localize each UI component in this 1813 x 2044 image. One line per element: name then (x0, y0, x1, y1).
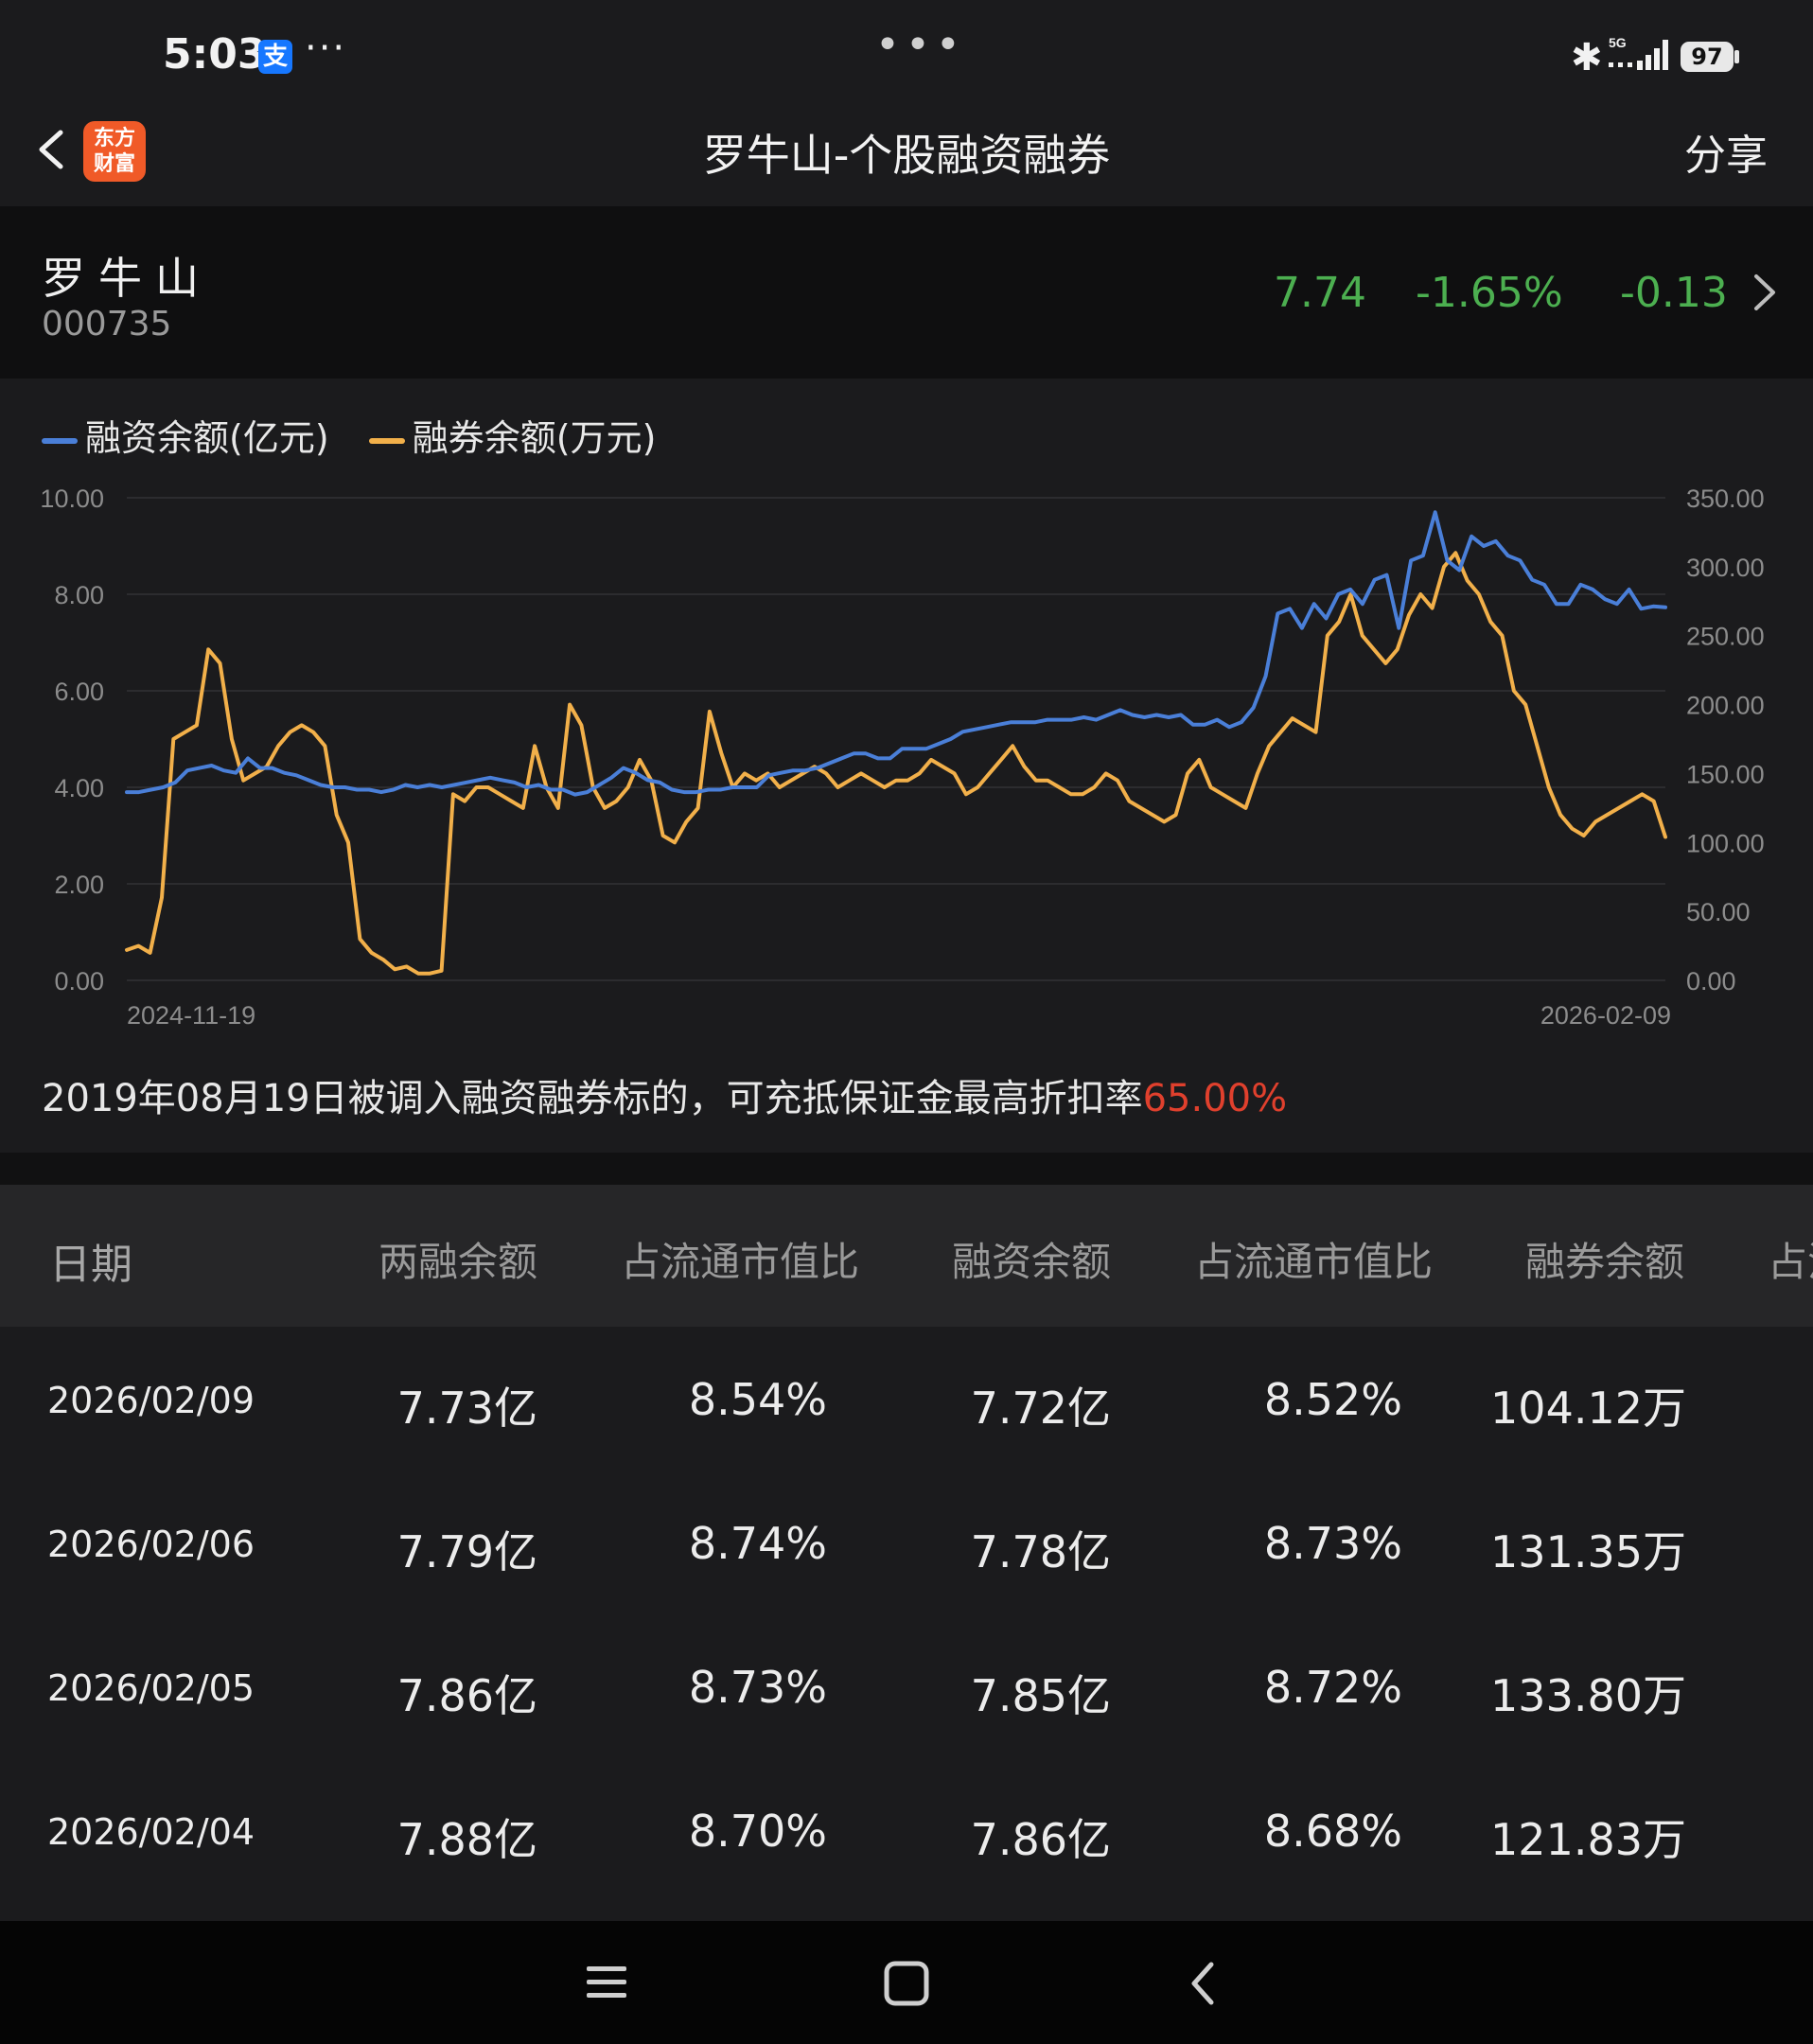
stock-name: 罗牛山 (42, 253, 212, 304)
series-line-financing (125, 510, 1667, 797)
back-icon[interactable] (1185, 1959, 1223, 2008)
cell-date: 2026/02/09 (47, 1380, 255, 1421)
cell-financing-ratio: 8.52% (1263, 1374, 1402, 1425)
cell-total-ratio: 8.74% (688, 1518, 827, 1569)
cell-financing-ratio: 8.72% (1263, 1662, 1402, 1713)
chart-legend: 融资余额(亿元) 融券余额(万元) (42, 409, 684, 461)
status-more-icon: ··· (305, 26, 347, 70)
cell-total-ratio: 8.73% (688, 1662, 827, 1713)
cell-lending-balance: 104.12万 (1490, 1383, 1686, 1434)
right-axis-tick-label: 300.00 (1686, 554, 1765, 582)
right-axis-tick-label: 100.00 (1686, 829, 1765, 857)
legend-financing-swatch (42, 437, 78, 444)
stock-price: 7.74 (1274, 269, 1366, 317)
legend-financing-label: 融资余额(亿元) (85, 417, 329, 459)
table-row[interactable]: 2026/02/04 7.88亿 8.70% 7.86亿 8.68% 121.8… (0, 1758, 1813, 1902)
right-axis-tick-label: 150.00 (1686, 760, 1765, 788)
cell-date: 2026/02/06 (47, 1524, 255, 1565)
column-header-total-balance[interactable]: 两融余额 (378, 1230, 537, 1288)
margin-table: 2026/02/09 7.73亿 8.54% 7.72亿 8.52% 104.1… (0, 1327, 1813, 1921)
cell-total-balance: 7.73亿 (396, 1383, 537, 1434)
legend-lending[interactable]: 融券余额(万元) (368, 409, 657, 461)
status-time: 5:03 (163, 30, 267, 79)
left-axis-tick-label: 8.00 (54, 581, 104, 609)
column-header-lending-balance[interactable]: 融券余额 (1525, 1230, 1684, 1288)
signal-label: 5G (1609, 35, 1627, 50)
cell-total-ratio: 8.54% (688, 1374, 827, 1425)
cell-lending-balance: 131.35万 (1490, 1526, 1686, 1577)
right-axis-tick-label: 200.00 (1686, 692, 1765, 720)
margin-note-text: 2019年08月19日被调入融资融券标的，可充抵保证金最高折扣率 (42, 1077, 1143, 1120)
stock-code: 000735 (42, 305, 172, 344)
cell-financing-ratio: 8.68% (1263, 1806, 1402, 1857)
column-header-date[interactable]: 日期 (49, 1230, 132, 1291)
column-header-financing-balance[interactable]: 融资余额 (952, 1230, 1111, 1288)
cell-lending-balance: 121.83万 (1490, 1814, 1686, 1865)
left-axis-tick-label: 6.00 (54, 678, 104, 706)
cell-lending-balance: 133.80万 (1490, 1670, 1686, 1721)
battery-tip (1734, 50, 1739, 63)
chevron-right-icon[interactable] (1747, 267, 1781, 318)
left-axis-tick-label: 10.00 (40, 485, 104, 513)
stock-change-pct: -1.65% (1416, 269, 1563, 317)
series-line-lending (125, 551, 1667, 976)
cell-financing-balance: 7.86亿 (970, 1814, 1111, 1865)
right-axis-tick-label: 350.00 (1686, 485, 1765, 513)
margin-balance-chart[interactable]: 0.00 2.00 4.00 6.00 8.00 10.00 0.00 50.00 100.00… (0, 464, 1813, 1041)
column-header-lending-ratio[interactable]: 占流 (1768, 1230, 1813, 1288)
cell-date: 2026/02/05 (47, 1667, 255, 1709)
menu-icon[interactable] (583, 1961, 630, 2004)
cell-financing-balance: 7.78亿 (970, 1526, 1111, 1577)
cell-financing-balance: 7.72亿 (970, 1383, 1111, 1434)
table-row[interactable]: 2026/02/06 7.79亿 8.74% 7.78亿 8.73% 131.3… (0, 1471, 1813, 1614)
column-header-total-ratio[interactable]: 占流通市值比 (621, 1230, 859, 1288)
right-axis-tick-label: 250.00 (1686, 623, 1765, 651)
stock-change: -0.13 (1620, 269, 1728, 317)
left-axis-tick-label: 2.00 (54, 871, 104, 899)
legend-lending-swatch (368, 437, 405, 444)
table-row[interactable]: 2026/02/05 7.86亿 8.73% 7.85亿 8.72% 133.8… (0, 1614, 1813, 1758)
window-handle-dots[interactable]: ••• (875, 21, 966, 69)
margin-note: 2019年08月19日被调入融资融券标的，可充抵保证金最高折扣率65.00% (42, 1067, 1287, 1122)
cell-total-balance: 7.86亿 (396, 1670, 537, 1721)
signal-icon: 5G (1609, 35, 1668, 70)
x-axis-tick-label: 2026-02-09 (1540, 1001, 1671, 1030)
legend-financing[interactable]: 融资余额(亿元) (42, 409, 329, 461)
cell-total-balance: 7.88亿 (396, 1814, 537, 1865)
section-divider (0, 1153, 1813, 1185)
bluetooth-icon: ✱ (1571, 36, 1603, 79)
margin-note-rate: 65.00% (1142, 1077, 1288, 1120)
share-button[interactable]: 分享 (1684, 121, 1768, 182)
alipay-icon: 支 (258, 40, 292, 74)
cell-total-balance: 7.79亿 (396, 1526, 537, 1577)
system-nav-bar (0, 1921, 1813, 2044)
home-icon[interactable] (882, 1959, 931, 2008)
left-axis-tick-label: 4.00 (54, 774, 104, 802)
right-axis-tick-label: 0.00 (1686, 967, 1736, 996)
right-axis-tick-label: 50.00 (1686, 898, 1751, 926)
x-axis-tick-label: 2024-11-19 (127, 1001, 255, 1030)
cell-date: 2026/02/04 (47, 1811, 255, 1853)
battery-icon: 97 (1681, 42, 1734, 72)
column-header-financing-ratio[interactable]: 占流通市值比 (1194, 1230, 1433, 1288)
cell-financing-ratio: 8.73% (1263, 1518, 1402, 1569)
left-axis-tick-label: 0.00 (54, 967, 104, 996)
legend-lending-label: 融券余额(万元) (412, 417, 657, 459)
page-title: 罗牛山-个股融资融券 (702, 130, 1111, 181)
cell-financing-balance: 7.85亿 (970, 1670, 1111, 1721)
cell-total-ratio: 8.70% (688, 1806, 827, 1857)
table-row[interactable]: 2026/02/09 7.73亿 8.54% 7.72亿 8.52% 104.1… (0, 1327, 1813, 1471)
